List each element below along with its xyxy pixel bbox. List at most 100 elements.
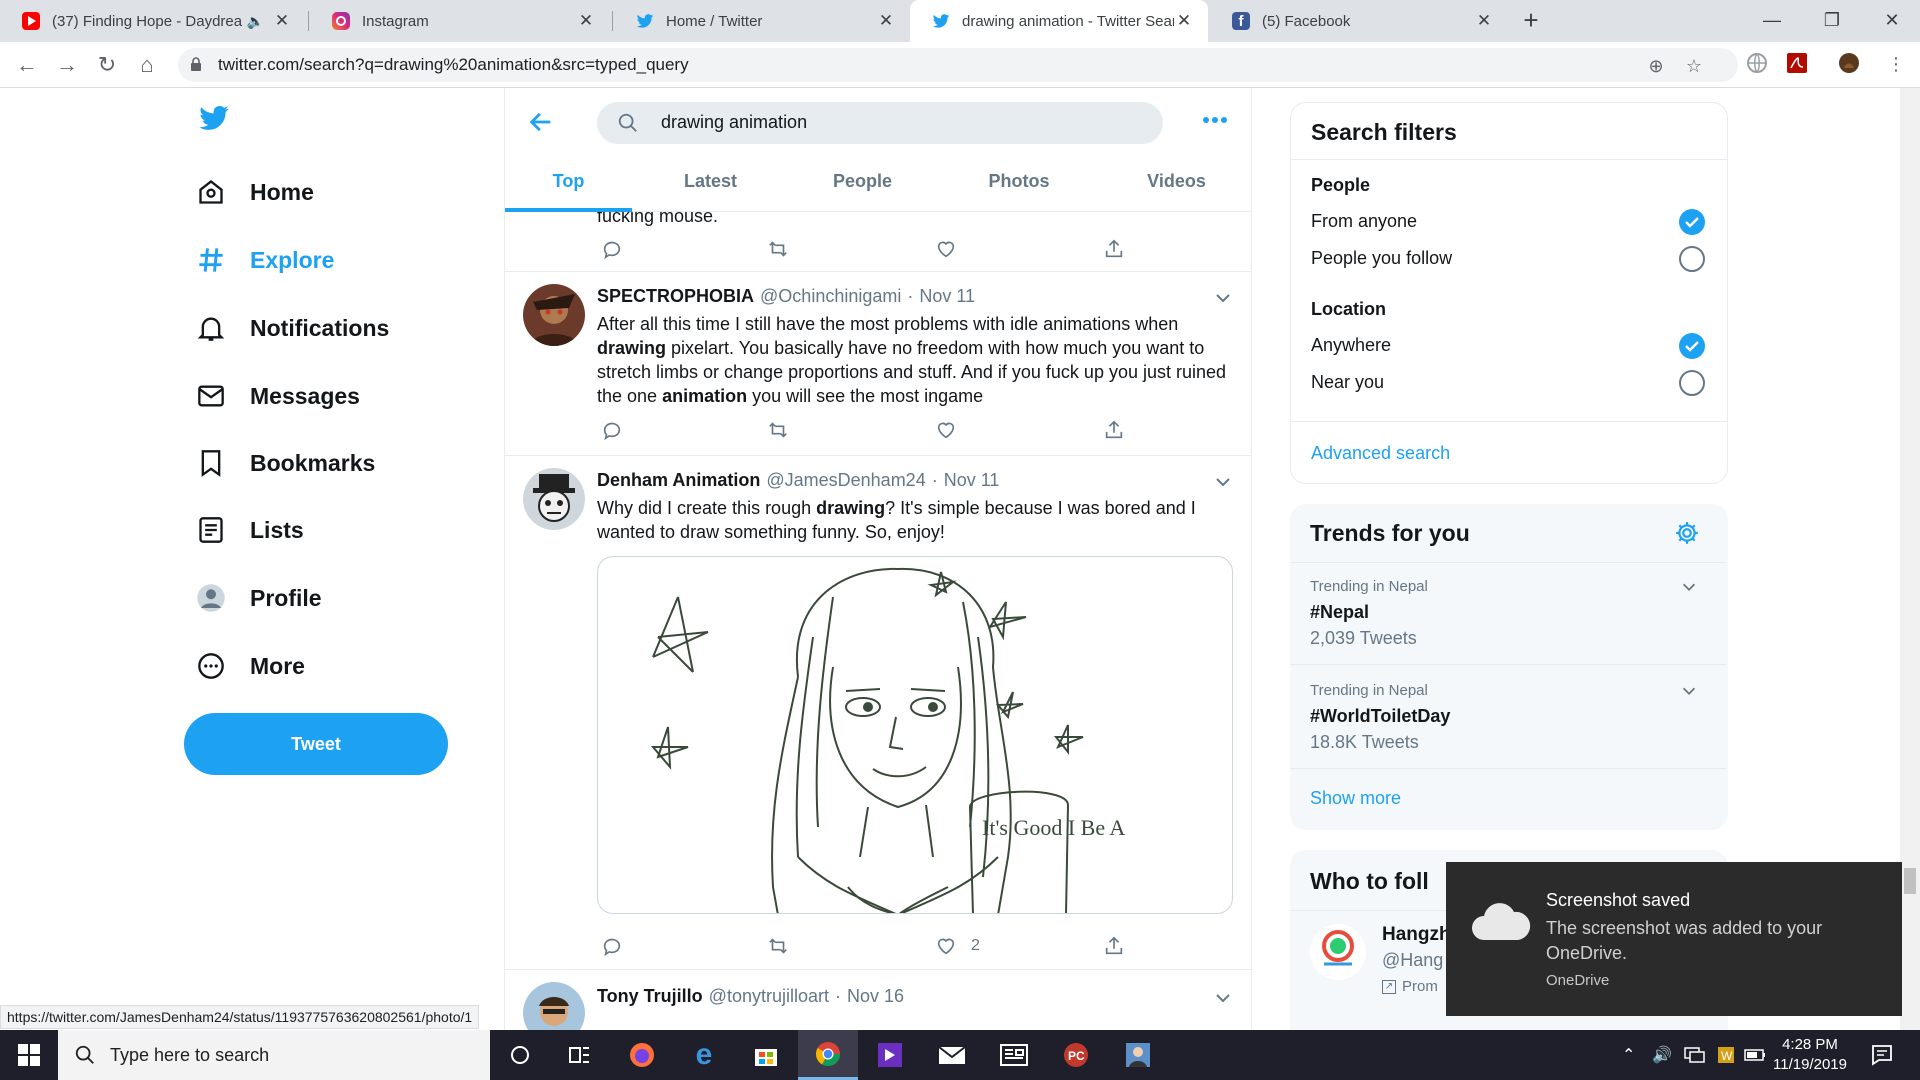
tweet-button[interactable]: Tweet	[184, 713, 448, 775]
tab-youtube[interactable]: (37) Finding Hope - Daydrea 🔈 ✕	[0, 0, 306, 42]
chevron-down-icon[interactable]	[1680, 682, 1698, 700]
scrollbar-thumb[interactable]	[1904, 868, 1916, 894]
tweet[interactable]: Denham Animation @JamesDenham24 · Nov 11 Wh…	[505, 456, 1251, 970]
suggested-handle[interactable]: @Hang	[1382, 950, 1443, 971]
like-icon[interactable]	[935, 237, 957, 261]
chrome-icon[interactable]	[798, 1030, 858, 1080]
nav-more[interactable]: More	[196, 646, 305, 686]
mail-icon[interactable]	[922, 1030, 982, 1080]
globe-extension-icon[interactable]	[1746, 52, 1768, 74]
screenshot-notification[interactable]: Screenshot saved The screenshot was adde…	[1446, 862, 1902, 1016]
filter-from-anyone[interactable]: From anyone	[1311, 211, 1417, 232]
radio-from-anyone[interactable]	[1679, 209, 1705, 235]
more-options-icon[interactable]	[1201, 110, 1229, 130]
reload-icon[interactable]: ↻	[92, 50, 122, 80]
nav-bookmarks[interactable]: Bookmarks	[196, 443, 375, 483]
chevron-down-icon[interactable]	[1213, 988, 1233, 1008]
office-icon[interactable]: W	[1716, 1030, 1736, 1080]
like-icon[interactable]	[935, 418, 957, 442]
back-icon[interactable]: ←	[12, 50, 42, 80]
photo-app-icon[interactable]	[1108, 1030, 1168, 1080]
chevron-down-icon[interactable]	[1680, 578, 1698, 596]
avatar[interactable]	[523, 284, 585, 346]
star-icon[interactable]: ☆	[1684, 56, 1704, 76]
start-button[interactable]	[0, 1030, 58, 1080]
cortana-icon[interactable]	[490, 1030, 550, 1080]
author-handle[interactable]: @tonytrujilloart	[709, 986, 829, 1006]
tab-instagram[interactable]: Instagram ✕	[310, 0, 610, 42]
close-icon[interactable]: ✕	[576, 11, 596, 31]
share-icon[interactable]	[1103, 418, 1125, 442]
tab-people[interactable]: People	[789, 158, 936, 212]
nav-lists[interactable]: Lists	[196, 510, 304, 550]
tweet-image[interactable]: It's Good I Be A	[597, 556, 1233, 914]
retweet-icon[interactable]	[767, 237, 789, 261]
tweet[interactable]: SPECTROPHOBIA @Ochinchinigami · Nov 11 Afte…	[505, 272, 1251, 456]
firefox-icon[interactable]	[612, 1030, 672, 1080]
minimize-button[interactable]: —	[1742, 0, 1802, 42]
author-handle[interactable]: @JamesDenham24	[766, 470, 925, 490]
author-name[interactable]: SPECTROPHOBIA	[597, 286, 754, 306]
tweet-date[interactable]: Nov 11	[919, 286, 975, 306]
volume-icon[interactable]: 🔊	[1652, 1030, 1672, 1080]
chevron-down-icon[interactable]	[1213, 472, 1233, 492]
store-icon[interactable]	[736, 1030, 796, 1080]
advanced-search-link[interactable]: Advanced search	[1311, 443, 1450, 464]
video-editor-icon[interactable]	[860, 1030, 920, 1080]
nav-profile[interactable]: Profile	[196, 578, 322, 618]
author-name[interactable]: Tony Trujillo	[597, 986, 703, 1006]
tab-top[interactable]: Top	[505, 158, 632, 212]
page-scrollbar[interactable]	[1900, 88, 1920, 1030]
tweet-date[interactable]: Nov 11	[944, 470, 1000, 490]
suggested-name[interactable]: Hangzh	[1382, 924, 1451, 946]
avatar[interactable]	[523, 468, 585, 530]
close-icon[interactable]: ✕	[1174, 11, 1194, 31]
news-icon[interactable]	[984, 1030, 1044, 1080]
reply-icon[interactable]	[601, 418, 623, 442]
tab-latest[interactable]: Latest	[632, 158, 789, 212]
nav-explore[interactable]: Explore	[196, 240, 334, 280]
radio-anywhere[interactable]	[1679, 333, 1705, 359]
pc-app-icon[interactable]: PC	[1046, 1030, 1106, 1080]
tray-chevron-icon[interactable]: ⌃	[1622, 1030, 1635, 1080]
tab-facebook[interactable]: f (5) Facebook ✕	[1210, 0, 1508, 42]
show-more-link[interactable]: Show more	[1310, 788, 1401, 809]
filter-people-you-follow[interactable]: People you follow	[1311, 248, 1452, 269]
retweet-icon[interactable]	[767, 934, 789, 958]
url-field[interactable]: twitter.com/search?q=drawing%20animation…	[178, 48, 1738, 82]
tab-videos[interactable]: Videos	[1102, 158, 1251, 212]
zoom-icon[interactable]: ⊕	[1646, 56, 1666, 76]
nav-messages[interactable]: Messages	[196, 376, 360, 416]
like-button[interactable]: 2	[935, 934, 980, 958]
retweet-icon[interactable]	[767, 418, 789, 442]
action-center-icon[interactable]	[1870, 1043, 1894, 1067]
profile-extension-icon[interactable]	[1838, 52, 1860, 74]
share-icon[interactable]	[1103, 934, 1125, 958]
filter-anywhere[interactable]: Anywhere	[1311, 335, 1391, 356]
reply-icon[interactable]	[601, 934, 623, 958]
twitter-logo-icon[interactable]	[196, 102, 232, 134]
tweet[interactable]: Tony Trujillo @tonytrujilloart · Nov 16	[505, 970, 1251, 1030]
radio-near-you[interactable]	[1679, 370, 1705, 396]
task-view-icon[interactable]	[550, 1030, 610, 1080]
restore-button[interactable]: ❐	[1802, 0, 1862, 42]
home-browser-icon[interactable]: ⌂	[132, 50, 162, 80]
clock[interactable]: 4:28 PM 11/19/2019	[1760, 1035, 1860, 1075]
tab-twitter-home[interactable]: Home / Twitter ✕	[614, 0, 910, 42]
author-name[interactable]: Denham Animation	[597, 470, 760, 490]
close-window-button[interactable]: ✕	[1862, 0, 1920, 42]
speaker-icon[interactable]: 🔈	[247, 13, 264, 30]
new-tab-button[interactable]: +	[1516, 6, 1546, 36]
reply-icon[interactable]	[601, 237, 623, 261]
tab-twitter-search[interactable]: drawing animation - Twitter Sear ✕	[910, 0, 1208, 42]
network-icon[interactable]	[1684, 1030, 1706, 1080]
gear-icon[interactable]	[1674, 520, 1700, 546]
search-input[interactable]: drawing animation	[597, 102, 1163, 144]
close-icon[interactable]: ✕	[272, 11, 292, 31]
pdf-extension-icon[interactable]	[1786, 52, 1808, 74]
chevron-down-icon[interactable]	[1213, 288, 1233, 308]
nav-home[interactable]: Home	[196, 172, 314, 212]
close-icon[interactable]: ✕	[1474, 11, 1494, 31]
forward-icon[interactable]: →	[52, 50, 82, 80]
menu-icon[interactable]: ⋮	[1886, 54, 1906, 74]
